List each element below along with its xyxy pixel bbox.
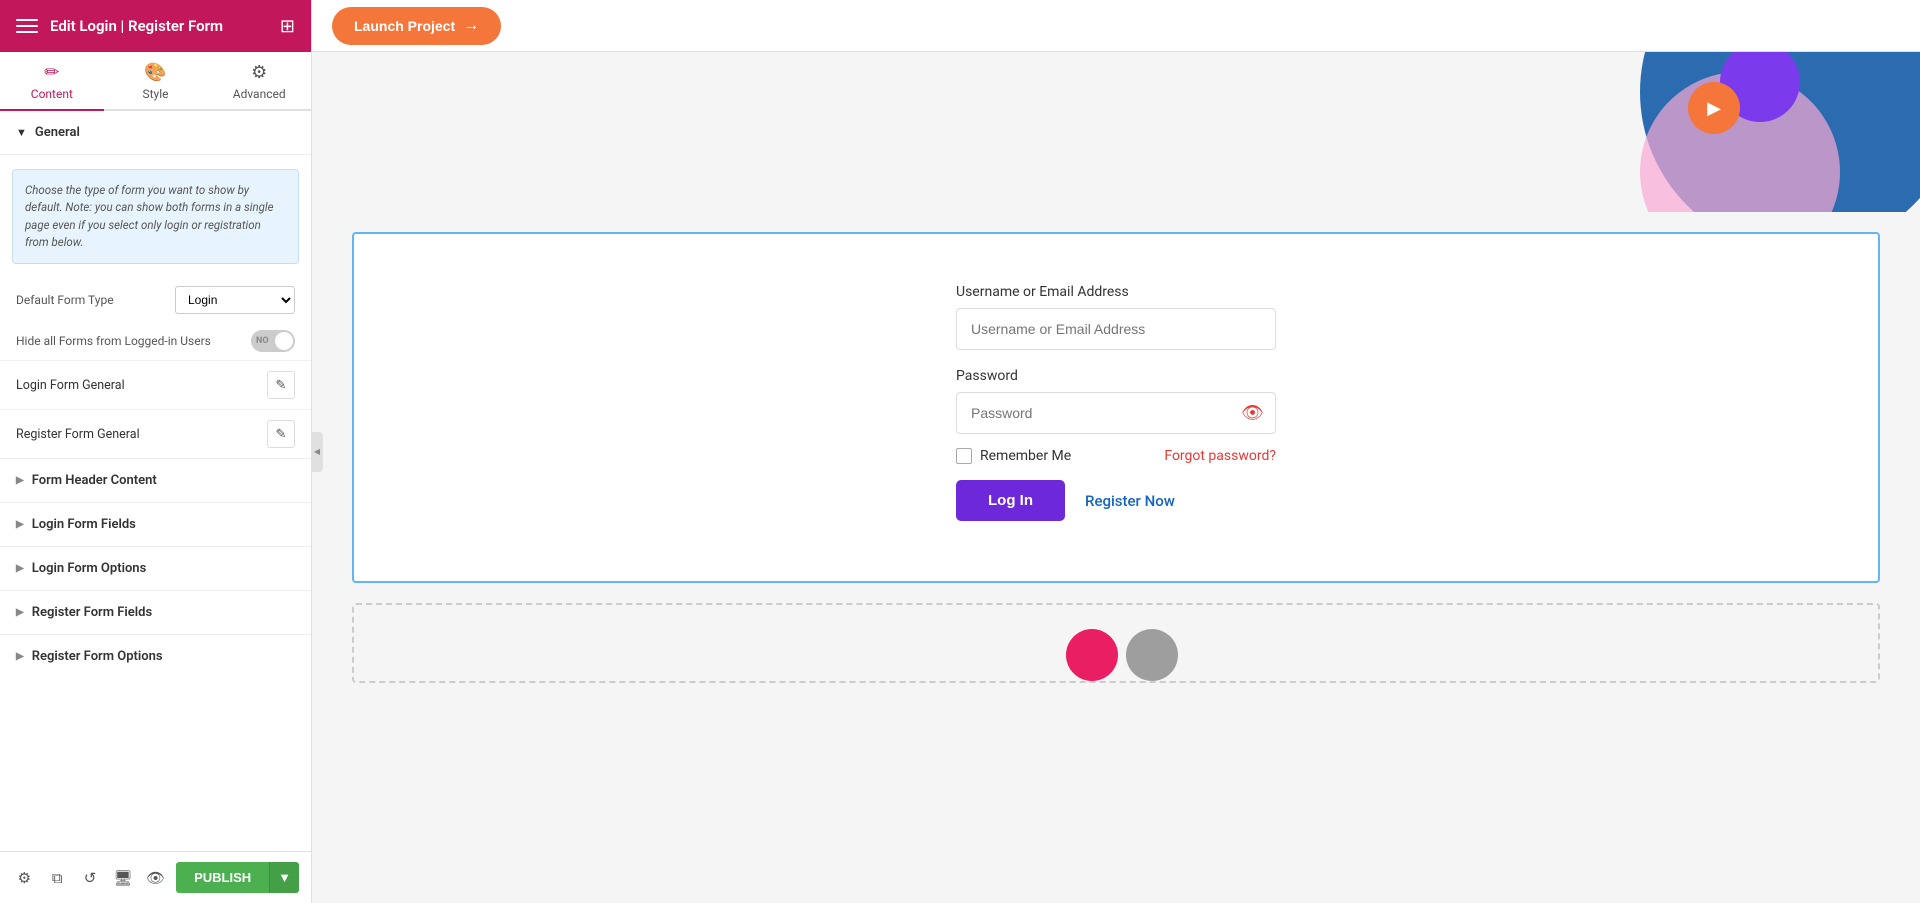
monitor-icon[interactable]: 🖥	[110, 862, 135, 894]
general-section-label: General	[35, 125, 80, 140]
panel-collapse-handle[interactable]: ◀	[311, 432, 323, 472]
password-eye-icon[interactable]: 👁	[1241, 403, 1264, 424]
register-form-options-label: Register Form Options	[32, 649, 163, 664]
info-box: Choose the type of form you want to show…	[12, 169, 299, 264]
login-form-fields-label: Login Form Fields	[32, 517, 136, 532]
deco-play-button: ▶	[1688, 82, 1740, 134]
login-form: Username or Email Address Password 👁 Rem…	[956, 284, 1276, 521]
panel-header: Edit Login | Register Form ⊞	[0, 0, 311, 52]
form-header-content-section: ▶ Form Header Content	[0, 458, 311, 502]
remember-me-checkbox[interactable]	[956, 448, 972, 464]
login-fields-arrow-icon: ▶	[16, 519, 24, 530]
default-form-type-row: Default Form Type Login Register	[0, 278, 311, 322]
register-form-fields-label: Register Form Fields	[32, 605, 152, 620]
password-input[interactable]	[956, 392, 1276, 434]
login-widget-container: Username or Email Address Password 👁 Rem…	[352, 232, 1880, 583]
launch-arrow-icon: →	[463, 17, 479, 35]
login-form-fields-header[interactable]: ▶ Login Form Fields	[0, 503, 311, 546]
deco-circle-blue	[1640, 52, 1920, 212]
register-form-options-header[interactable]: ▶ Register Form Options	[0, 635, 311, 678]
info-box-text: Choose the type of form you want to show…	[25, 183, 274, 249]
form-header-content-label: Form Header Content	[32, 473, 157, 488]
main-topbar: Launch Project →	[312, 0, 1920, 52]
deco-circle-pink	[1640, 72, 1840, 212]
panel-title: Edit Login | Register Form	[50, 17, 268, 35]
launch-project-button[interactable]: Launch Project →	[332, 7, 501, 45]
toggle-no-label: NO	[256, 336, 269, 346]
tab-style-label: Style	[143, 87, 169, 101]
register-form-fields-header[interactable]: ▶ Register Form Fields	[0, 591, 311, 634]
password-label: Password	[956, 368, 1276, 384]
login-form-general-edit-button[interactable]: ✎	[267, 371, 295, 399]
deco-top-right: ▶	[1500, 52, 1920, 212]
panel-tabs: ✏ Content 🎨 Style ⚙ Advanced	[0, 52, 311, 111]
publish-button[interactable]: PUBLISH	[176, 862, 269, 893]
deco-avatar-gray	[1126, 629, 1178, 681]
username-input[interactable]	[956, 308, 1276, 350]
advanced-tab-icon: ⚙	[251, 62, 267, 83]
username-label: Username or Email Address	[956, 284, 1276, 300]
form-bottom-row: Remember Me Forgot password?	[956, 448, 1276, 464]
register-form-fields-section: ▶ Register Form Fields	[0, 590, 311, 634]
login-form-options-section: ▶ Login Form Options	[0, 546, 311, 590]
publish-dropdown-button[interactable]: ▼	[269, 862, 299, 893]
tab-content-label: Content	[31, 87, 73, 101]
register-form-options-section: ▶ Register Form Options	[0, 634, 311, 678]
general-section-header[interactable]: ▼ General	[0, 111, 311, 155]
login-options-arrow-icon: ▶	[16, 563, 24, 574]
tab-advanced[interactable]: ⚙ Advanced	[207, 52, 311, 109]
general-section: ▼ General Choose the type of form you wa…	[0, 111, 311, 458]
bottom-bar: ⚙ ⧉ ↺ 🖥 👁 PUBLISH ▼	[0, 851, 311, 903]
forgot-password-link[interactable]: Forgot password?	[1164, 448, 1276, 464]
left-panel: Edit Login | Register Form ⊞ ✏ Content 🎨…	[0, 0, 312, 903]
register-form-general-row: Register Form General ✎	[0, 409, 311, 458]
default-form-type-select[interactable]: Login Register	[175, 286, 295, 314]
page-canvas: ▶ Username or Email Address Password 👁	[312, 52, 1920, 903]
login-form-general-label: Login Form General	[16, 378, 267, 393]
login-form-options-header[interactable]: ▶ Login Form Options	[0, 547, 311, 590]
login-button[interactable]: Log In	[956, 480, 1065, 521]
login-form-fields-section: ▶ Login Form Fields	[0, 502, 311, 546]
register-form-general-label: Register Form General	[16, 427, 267, 442]
grid-icon[interactable]: ⊞	[280, 16, 295, 37]
password-field-wrap: 👁	[956, 392, 1276, 434]
history-icon[interactable]: ↺	[78, 862, 103, 894]
style-tab-icon: 🎨	[144, 62, 166, 83]
widget-inner: Username or Email Address Password 👁 Rem…	[354, 234, 1878, 581]
tab-advanced-label: Advanced	[233, 87, 286, 101]
dashed-widget-section	[352, 603, 1880, 683]
default-form-type-label: Default Form Type	[16, 293, 167, 307]
layers-icon[interactable]: ⧉	[45, 862, 70, 894]
form-actions: Log In Register Now	[956, 480, 1276, 521]
toggle-knob	[275, 332, 293, 350]
hamburger-icon[interactable]	[16, 15, 38, 37]
launch-project-label: Launch Project	[354, 18, 455, 34]
general-arrow-icon: ▼	[16, 126, 27, 139]
register-fields-arrow-icon: ▶	[16, 607, 24, 618]
login-form-general-row: Login Form General ✎	[0, 360, 311, 409]
publish-btn-wrap: PUBLISH ▼	[176, 862, 299, 893]
register-form-general-edit-button[interactable]: ✎	[267, 420, 295, 448]
eye-icon[interactable]: 👁	[143, 862, 168, 894]
hide-forms-toggle[interactable]: NO	[251, 330, 295, 352]
remember-me-row: Remember Me	[956, 448, 1071, 464]
deco-circle-purple	[1720, 52, 1800, 122]
hide-forms-row: Hide all Forms from Logged-in Users NO	[0, 322, 311, 360]
tab-style[interactable]: 🎨 Style	[104, 52, 208, 109]
form-header-content-header[interactable]: ▶ Form Header Content	[0, 459, 311, 502]
gear-icon[interactable]: ⚙	[12, 862, 37, 894]
register-options-arrow-icon: ▶	[16, 651, 24, 662]
content-tab-icon: ✏	[44, 62, 59, 83]
main-area: Launch Project → ▶ Username or Email Add…	[312, 0, 1920, 903]
login-form-options-label: Login Form Options	[32, 561, 147, 576]
register-now-link[interactable]: Register Now	[1085, 492, 1175, 510]
remember-me-label: Remember Me	[980, 448, 1071, 464]
deco-avatar-pink	[1066, 629, 1118, 681]
tab-content[interactable]: ✏ Content	[0, 52, 104, 109]
form-header-arrow-icon: ▶	[16, 475, 24, 486]
panel-content: ▼ General Choose the type of form you wa…	[0, 111, 311, 851]
hide-forms-label: Hide all Forms from Logged-in Users	[16, 334, 243, 348]
